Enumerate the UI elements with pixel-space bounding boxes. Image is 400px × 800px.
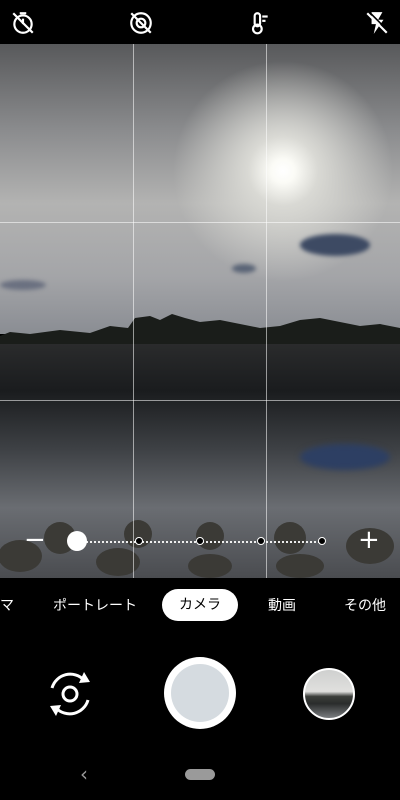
camera-viewfinder[interactable] bbox=[0, 44, 400, 578]
switch-camera-icon[interactable] bbox=[44, 668, 96, 720]
mode-more[interactable]: その他 bbox=[344, 595, 386, 615]
motion-off-icon[interactable] bbox=[128, 10, 154, 36]
zoom-slider[interactable]: − + bbox=[0, 526, 400, 554]
shutter-inner[interactable] bbox=[171, 664, 229, 722]
zoom-stop[interactable] bbox=[257, 537, 265, 545]
zoom-stop[interactable] bbox=[196, 537, 204, 545]
zoom-stop[interactable] bbox=[318, 537, 326, 545]
shutter-button[interactable] bbox=[164, 657, 236, 729]
cloud bbox=[232, 264, 256, 273]
mode-panorama[interactable]: マ bbox=[0, 595, 14, 615]
grid-line-horizontal bbox=[0, 400, 400, 401]
cloud-reflection bbox=[300, 444, 390, 470]
grid-line-vertical bbox=[133, 44, 134, 578]
mode-portrait[interactable]: ポートレート bbox=[53, 595, 137, 615]
zoom-out-button[interactable]: − bbox=[24, 526, 46, 554]
cloud bbox=[0, 280, 46, 290]
zoom-knob[interactable] bbox=[67, 531, 87, 551]
zoom-stop[interactable] bbox=[135, 537, 143, 545]
grid-line-horizontal bbox=[0, 222, 400, 223]
gallery-thumbnail[interactable] bbox=[303, 668, 355, 720]
camera-mode-selector: マ ポートレート カメラ 動画 その他 bbox=[0, 588, 400, 626]
white-balance-icon[interactable] bbox=[246, 10, 272, 36]
flash-off-icon[interactable] bbox=[364, 10, 390, 36]
mode-camera[interactable]: カメラ bbox=[162, 589, 238, 621]
nav-home-pill[interactable] bbox=[185, 769, 215, 780]
mode-video[interactable]: 動画 bbox=[268, 595, 296, 615]
sky-scene bbox=[0, 44, 400, 334]
camera-top-bar bbox=[0, 0, 400, 44]
nav-back-button[interactable]: ‹ bbox=[80, 762, 88, 786]
grid-line-vertical bbox=[266, 44, 267, 578]
timer-off-icon[interactable] bbox=[10, 10, 36, 36]
zoom-in-button[interactable]: + bbox=[358, 526, 380, 554]
cloud bbox=[300, 234, 370, 256]
